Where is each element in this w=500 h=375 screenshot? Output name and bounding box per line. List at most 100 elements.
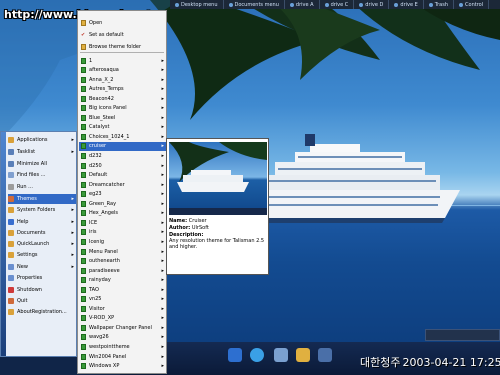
topbar-item[interactable]: Documents menu — [224, 0, 285, 9]
topbar-item-label: drive C — [330, 1, 349, 8]
theme-item[interactable]: d232 ▸ — [79, 152, 166, 161]
start-menu-item[interactable]: Settings ▸ — [8, 250, 76, 260]
theme-item[interactable]: Hex_Angels ▸ — [79, 209, 166, 218]
start-menu-item[interactable]: Shutdown — [8, 285, 76, 295]
theme-item[interactable]: vn25 ▸ — [79, 295, 166, 304]
start-menu-item[interactable]: New ▸ — [8, 262, 76, 272]
media-icon[interactable] — [228, 348, 242, 362]
menu-item-icon — [8, 275, 14, 281]
theme-item[interactable]: westpointtheme ▸ — [79, 343, 166, 352]
start-menu-item[interactable]: Documents ▸ — [8, 228, 76, 238]
theme-item[interactable]: Autres_Temps ▸ — [79, 85, 166, 94]
theme-item-label: Big icons Panel — [89, 105, 127, 112]
theme-action-item[interactable]: Browse theme folder — [79, 42, 166, 51]
start-menu-item[interactable]: Run ... — [8, 182, 76, 192]
theme-icon — [81, 229, 86, 236]
drive-icon — [428, 2, 433, 7]
theme-item[interactable]: Catalyst ▸ — [79, 123, 166, 132]
theme-icon — [81, 267, 86, 274]
start-menu-item-label: AboutRegistration... — [17, 309, 67, 315]
submenu-arrow-icon: ▸ — [161, 219, 164, 226]
menu-item-icon — [8, 161, 14, 167]
theme-item[interactable]: Windows XP ▸ — [79, 362, 166, 371]
menu-item-icon — [8, 287, 14, 293]
folder-icon — [81, 19, 86, 26]
theme-item[interactable]: Anna_X_2 ▸ — [79, 75, 166, 84]
start-menu-item[interactable]: Help ▸ — [8, 217, 76, 227]
submenu-arrow-icon: ▸ — [161, 67, 164, 74]
menu-item-icon — [8, 207, 14, 213]
internet-explorer-icon[interactable] — [250, 348, 264, 362]
mail-icon[interactable] — [318, 348, 332, 362]
start-menu-item[interactable]: System Folders ▸ — [8, 205, 76, 215]
start-menu-item-label: Help — [17, 219, 29, 225]
start-menu-item[interactable]: Find files ... — [8, 170, 76, 180]
topbar-item[interactable]: drive C — [320, 0, 355, 9]
submenu-arrow-icon: ▸ — [161, 305, 164, 312]
start-menu-item[interactable]: Minimize All — [8, 159, 76, 169]
submenu-arrow-icon: ▸ — [161, 95, 164, 102]
submenu-arrow-icon: ▸ — [161, 181, 164, 188]
menu-item-icon — [8, 298, 14, 304]
theme-item-label: Menu Panel — [89, 248, 118, 255]
theme-icon — [81, 86, 86, 93]
theme-item[interactable]: d250 ▸ — [79, 161, 166, 170]
start-menu-item[interactable]: Applications ▸ — [8, 135, 76, 145]
topbar-item[interactable]: drive D — [354, 0, 390, 9]
start-menu-item-label: Quit — [17, 298, 28, 304]
theme-item[interactable]: Win2004 Panel ▸ — [79, 352, 166, 361]
theme-item[interactable]: cruiser ▸ — [79, 141, 166, 151]
theme-item[interactable]: Dreamcatcher ▸ — [79, 180, 166, 189]
start-menu-item[interactable]: QuickLaunch ▸ — [8, 239, 76, 249]
folder-icon[interactable] — [296, 348, 310, 362]
start-menu-item[interactable]: Themes ▸ — [8, 194, 76, 204]
theme-item-label: Autres_Temps — [89, 86, 124, 93]
start-menu-item[interactable]: Properties — [8, 273, 76, 283]
theme-item[interactable]: Choices_1024_1 ▸ — [79, 132, 166, 141]
theme-item[interactable]: Default ▸ — [79, 171, 166, 180]
theme-item[interactable]: iris ▸ — [79, 228, 166, 237]
submenu-arrow-icon: ▸ — [71, 196, 74, 202]
theme-item[interactable]: wavg26 ▸ — [79, 333, 166, 342]
submenu-arrow-icon: ▸ — [71, 230, 74, 236]
start-menu-item[interactable]: Quit — [8, 296, 76, 306]
submenu-arrow-icon: ▸ — [161, 277, 164, 284]
theme-item[interactable]: V-ROD_XP ▸ — [79, 314, 166, 323]
theme-item[interactable]: ICE ▸ — [79, 218, 166, 227]
theme-item[interactable]: afterosaqua ▸ — [79, 66, 166, 75]
theme-item[interactable]: Green_Ray ▸ — [79, 199, 166, 208]
topbar-item[interactable]: Trash — [424, 0, 455, 9]
theme-action-item[interactable]: Open — [79, 18, 166, 27]
theme-icon — [81, 305, 86, 312]
theme-action-item[interactable]: ✔ Set as default — [79, 30, 166, 39]
menu-separator — [80, 52, 164, 53]
network-icon[interactable] — [274, 348, 288, 362]
topbar-item[interactable]: drive E — [389, 0, 424, 9]
submenu-arrow-icon: ▸ — [161, 76, 164, 83]
theme-item[interactable]: rainyday ▸ — [79, 276, 166, 285]
start-menu-item-label: Shutdown — [17, 287, 42, 293]
submenu-arrow-icon: ▸ — [161, 353, 164, 360]
start-menu-item[interactable]: Tasklist ▸ — [8, 147, 76, 157]
theme-item[interactable]: paradiseeve ▸ — [79, 266, 166, 275]
start-menu-item[interactable]: AboutRegistration... — [8, 307, 76, 317]
theme-item[interactable]: Icenig ▸ — [79, 237, 166, 246]
preview-description-value: Any resolution theme for Talisman 2.5 an… — [169, 238, 265, 250]
topbar-item[interactable]: drive A — [285, 0, 320, 9]
topbar-item[interactable]: Desktop menu — [170, 0, 224, 9]
theme-item[interactable]: Beacon42 ▸ — [79, 94, 166, 103]
theme-item[interactable]: Menu Panel ▸ — [79, 247, 166, 256]
theme-item[interactable]: eg23 ▸ — [79, 190, 166, 199]
theme-item[interactable]: Big icons Panel ▸ — [79, 104, 166, 113]
submenu-arrow-icon: ▸ — [161, 363, 164, 370]
theme-item[interactable]: Wallpaper Changer Panel ▸ — [79, 323, 166, 332]
topbar-item-label: drive D — [365, 1, 384, 8]
topbar-item[interactable]: Control — [454, 0, 490, 9]
theme-item-label: d250 — [89, 162, 102, 169]
theme-item[interactable]: outhenearth ▸ — [79, 257, 166, 266]
theme-item[interactable]: 1 ▸ — [79, 56, 166, 65]
theme-item[interactable]: Visitor ▸ — [79, 304, 166, 313]
theme-item[interactable]: Blue_Steel ▸ — [79, 113, 166, 122]
theme-item[interactable]: TAO ▸ — [79, 285, 166, 294]
menu-item-icon — [8, 137, 14, 143]
